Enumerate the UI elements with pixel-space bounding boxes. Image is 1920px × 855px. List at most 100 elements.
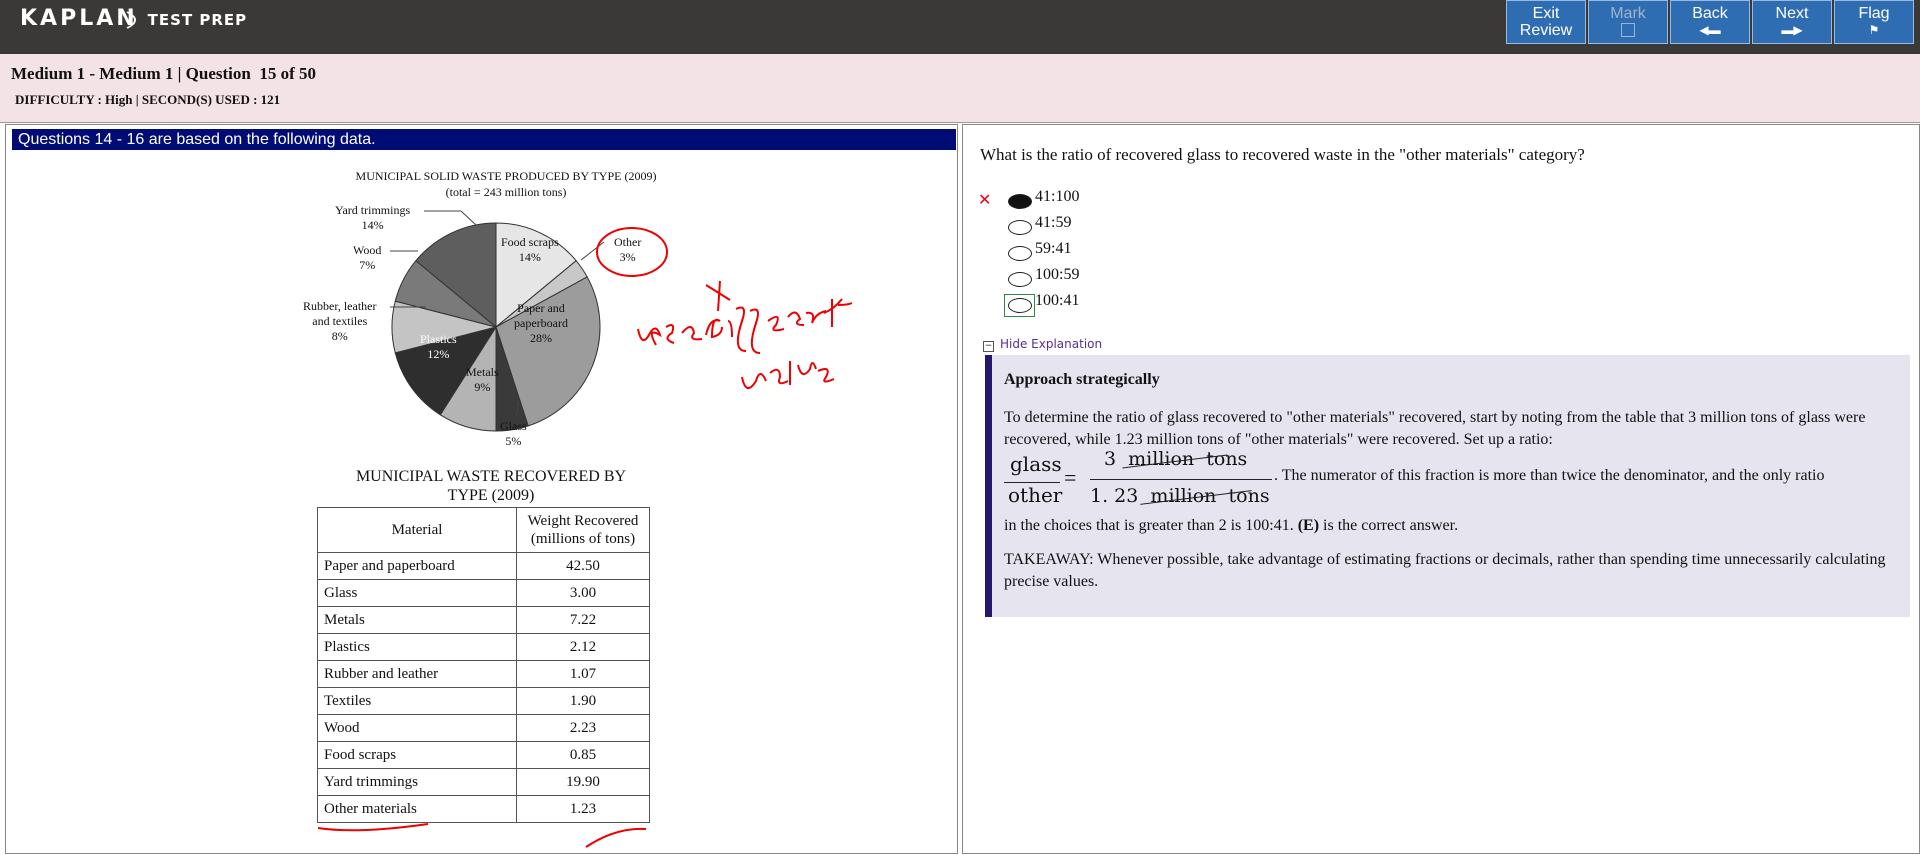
kaplan-logo: KAPLAN TEST PREP — [20, 3, 248, 37]
next-label: Next — [1775, 5, 1809, 22]
choice-a-text: 41:100 — [1035, 188, 1080, 205]
table-cell-weight: 2.23 — [516, 714, 650, 742]
hide-explanation-toggle[interactable]: − Hide Explanation — [983, 337, 1102, 352]
wrong-answer-x-icon: ✕ — [978, 190, 992, 209]
choice-e-radio[interactable] — [1008, 298, 1032, 313]
next-button[interactable]: Next ▬▶ — [1752, 0, 1832, 44]
table-row: Other materials 1.23 — [317, 795, 650, 823]
table-cell-material: Textiles — [317, 687, 517, 715]
choice-b-radio[interactable] — [1008, 220, 1032, 235]
question-panel[interactable]: What is the ratio of recovered glass to … — [962, 124, 1920, 854]
pie-label-plastics: Plastics 12% — [420, 332, 457, 361]
choice-b-text: 41:59 — [1035, 214, 1072, 231]
table-cell-weight: 1.07 — [516, 660, 650, 688]
back-button[interactable]: Back ◀▬ — [1670, 0, 1750, 44]
flag-button[interactable]: Flag ⚑ — [1834, 0, 1914, 44]
nav-buttons: Exit Review Mark Back ◀▬ Next ▬▶ Flag ⚑ — [1506, 0, 1914, 46]
pie-label-other: Other 3% — [614, 235, 642, 264]
table-cell-material: Rubber and leather — [317, 660, 517, 688]
fraction-right-bar — [1090, 479, 1272, 480]
table-cell-weight: 2.12 — [516, 633, 650, 661]
table-row: Yard trimmings 19.90 — [317, 768, 650, 796]
pie-chart-title: MUNICIPAL SOLID WASTE PRODUCED BY TYPE (… — [291, 168, 721, 200]
table-cell-weight: 19.90 — [516, 768, 650, 796]
annotation-underline-other — [317, 823, 429, 832]
pie-chart — [391, 222, 601, 432]
table-body: Paper and paperboard 42.50 Glass 3.00 Metals… — [317, 552, 650, 823]
ratio-fraction: glass other = 3 million tons 1. 23 milli… — [1004, 448, 1898, 511]
choice-c-radio[interactable] — [1008, 246, 1032, 261]
next-arrow-icon: ▬▶ — [1781, 23, 1803, 37]
flag-icon: ⚑ — [1868, 23, 1880, 37]
top-bar: KAPLAN TEST PREP Exit Review Mark Back ◀▬ … — [0, 0, 1920, 54]
pie-label-yard: Yard trimmings 14% — [335, 203, 411, 232]
pie-label-rubber: Rubber, leather and textiles 8% — [303, 299, 377, 343]
table-header-weight: Weight Recovered (millions of tons) — [516, 507, 650, 553]
back-label: Back — [1692, 5, 1728, 22]
question-title: Medium 1 - Medium 1 | Question 15 of 50 — [11, 64, 317, 83]
table-header-material: Material — [317, 507, 517, 553]
table-cell-material: Other materials — [317, 795, 517, 823]
difficulty-info: DIFFICULTY : High | SECOND(S) USED : 121 — [15, 92, 281, 107]
recovered-waste-table: Material Weight Recovered (millions of t… — [317, 507, 650, 823]
question-info-bar: Medium 1 - Medium 1 | Question 15 of 50 … — [0, 54, 1920, 123]
table-cell-weight: 1.90 — [516, 687, 650, 715]
mark-checkbox-icon[interactable] — [1621, 23, 1635, 37]
annotation-tick — [585, 827, 647, 848]
passage-panel[interactable]: Questions 14 - 16 are based on the follo… — [5, 124, 958, 854]
table-row: Textiles 1.90 — [317, 687, 650, 715]
back-arrow-icon: ◀▬ — [1699, 23, 1721, 37]
para2-text-c: is the correct answer. — [1319, 517, 1459, 534]
table-row: Paper and paperboard 42.50 — [317, 552, 650, 580]
table-row: Glass 3.00 — [317, 579, 650, 607]
choice-c-text: 59:41 — [1035, 240, 1072, 257]
table-cell-weight: 42.50 — [516, 552, 650, 580]
collapse-icon: − — [983, 341, 994, 352]
passage-header: Questions 14 - 16 are based on the follo… — [12, 129, 956, 150]
logo-sub-text: TEST PREP — [147, 11, 248, 29]
table-cell-material: Metals — [317, 606, 517, 634]
table-cell-material: Wood — [317, 714, 517, 742]
pie-label-glass: Glass 5% — [500, 419, 527, 448]
table-cell-material: Glass — [317, 579, 517, 607]
logo-arc-icon — [16, 3, 136, 37]
table-row: Plastics 2.12 — [317, 633, 650, 661]
para2-answer-letter: (E) — [1297, 517, 1320, 534]
hide-explanation-label: Hide Explanation — [1000, 337, 1103, 351]
fraction-left-denominator: other — [1008, 483, 1063, 507]
table-row: Wood 2.23 — [317, 714, 650, 742]
table-cell-weight: 1.23 — [516, 795, 650, 823]
annotation-cross — [705, 280, 731, 312]
table-cell-material: Food scraps — [317, 741, 517, 769]
question-text: What is the ratio of recovered glass to … — [980, 145, 1585, 164]
explanation-para1: To determine the ratio of glass recovere… — [1004, 409, 1866, 448]
mark-button[interactable]: Mark — [1588, 0, 1668, 44]
pie-title-text: MUNICIPAL SOLID WASTE PRODUCED BY TYPE (… — [355, 169, 657, 183]
table-cell-material: Plastics — [317, 633, 517, 661]
fraction-right-denominator: 1. 23 million tons — [1090, 485, 1270, 507]
fraction-left-numerator: glass — [1010, 452, 1062, 476]
table-cell-material: Yard trimmings — [317, 768, 517, 796]
annotation-value — [741, 361, 835, 389]
table-row: Rubber and leather 1.07 — [317, 660, 650, 688]
choice-d-text: 100:59 — [1035, 266, 1080, 283]
pie-subtitle-text: (total = 243 million tons) — [445, 185, 567, 199]
pie-label-metals: Metals 9% — [466, 365, 499, 394]
exit-review-label: Exit Review — [1519, 5, 1573, 39]
mark-label: Mark — [1610, 5, 1646, 22]
explanation-takeaway: TAKEAWAY: Whenever possible, take advant… — [1004, 551, 1886, 590]
exit-review-button[interactable]: Exit Review — [1506, 0, 1586, 44]
choice-d-radio[interactable] — [1008, 272, 1032, 287]
explanation-box: Approach strategically To determine the … — [985, 355, 1910, 617]
table-cell-weight: 0.85 — [516, 741, 650, 769]
pie-label-paper: Paper and paperboard 28% — [514, 301, 568, 345]
table-header-row: Material Weight Recovered (millions of t… — [317, 507, 650, 553]
flag-label: Flag — [1858, 5, 1890, 22]
choice-e-text: 100:41 — [1035, 292, 1080, 309]
pie-label-food: Food scraps 14% — [501, 235, 559, 264]
table-cell-weight: 7.22 — [516, 606, 650, 634]
table-row: Metals 7.22 — [317, 606, 650, 634]
table-cell-material: Paper and paperboard — [317, 552, 517, 580]
explanation-para2: in the choices that is greater than 2 is… — [1004, 515, 1898, 537]
choice-a-radio[interactable] — [1008, 194, 1032, 209]
